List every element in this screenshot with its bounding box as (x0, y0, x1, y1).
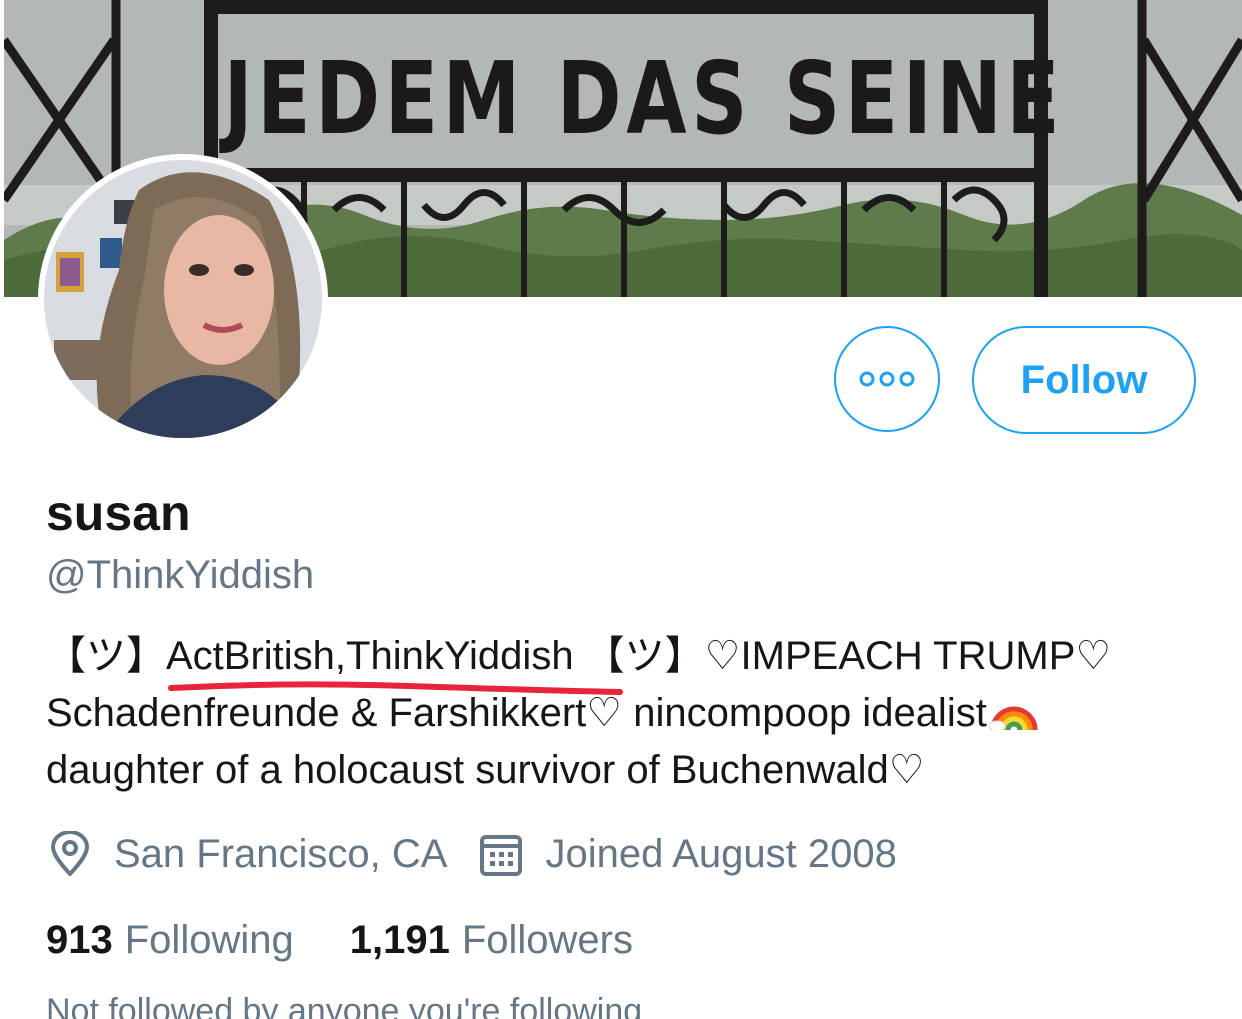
profile-page: JEDEM DAS SEINE Follow susan @ThinkYiddi… (0, 0, 1242, 1019)
followers-label: Followers (461, 917, 633, 962)
follow-counts: 913 Following 1,191 Followers (46, 912, 633, 968)
not-followed-notice: Not followed by anyone you're following (46, 992, 643, 1019)
profile-meta: San Francisco, CA Joined August 2008 (48, 826, 897, 882)
rainbow-emoji-icon (988, 706, 1038, 730)
followers-link[interactable]: 1,191 Followers (350, 918, 633, 963)
calendar-icon (480, 835, 523, 876)
avatar-photo (44, 160, 322, 438)
followers-count: 1,191 (349, 917, 450, 962)
joined-item: Joined August 2008 (479, 831, 897, 877)
following-count: 913 (46, 917, 113, 962)
banner-sign-text: JEDEM DAS SEINE (223, 39, 1065, 157)
bio-line-1: 【ツ】ActBritish,ThinkYiddish 【ツ】♡IMPEACH T… (46, 628, 1216, 685)
display-name: susan (46, 485, 191, 541)
red-underline-annotation (168, 681, 623, 695)
bio-highlight-text: ActBritish,ThinkYiddish (166, 634, 574, 678)
profile-handle: @ThinkYiddish (46, 553, 315, 597)
location-item: San Francisco, CA (48, 831, 447, 877)
more-dots-icon (859, 371, 915, 387)
following-label: Following (124, 917, 294, 962)
following-link[interactable]: 913 Following (46, 918, 294, 963)
location-text: San Francisco, CA (114, 831, 448, 876)
bio-suffix: 【ツ】♡IMPEACH TRUMP♡ (573, 634, 1112, 678)
profile-bio: 【ツ】ActBritish,ThinkYiddish 【ツ】♡IMPEACH T… (46, 628, 1216, 799)
avatar[interactable] (38, 154, 328, 444)
bio-line-3: daughter of a holocaust survivor of Buch… (46, 748, 925, 792)
joined-text: Joined August 2008 (545, 831, 897, 876)
bio-prefix: 【ツ】 (46, 634, 166, 678)
more-options-button[interactable] (834, 326, 940, 432)
map-pin-icon (51, 831, 89, 876)
follow-button[interactable]: Follow (972, 326, 1196, 434)
